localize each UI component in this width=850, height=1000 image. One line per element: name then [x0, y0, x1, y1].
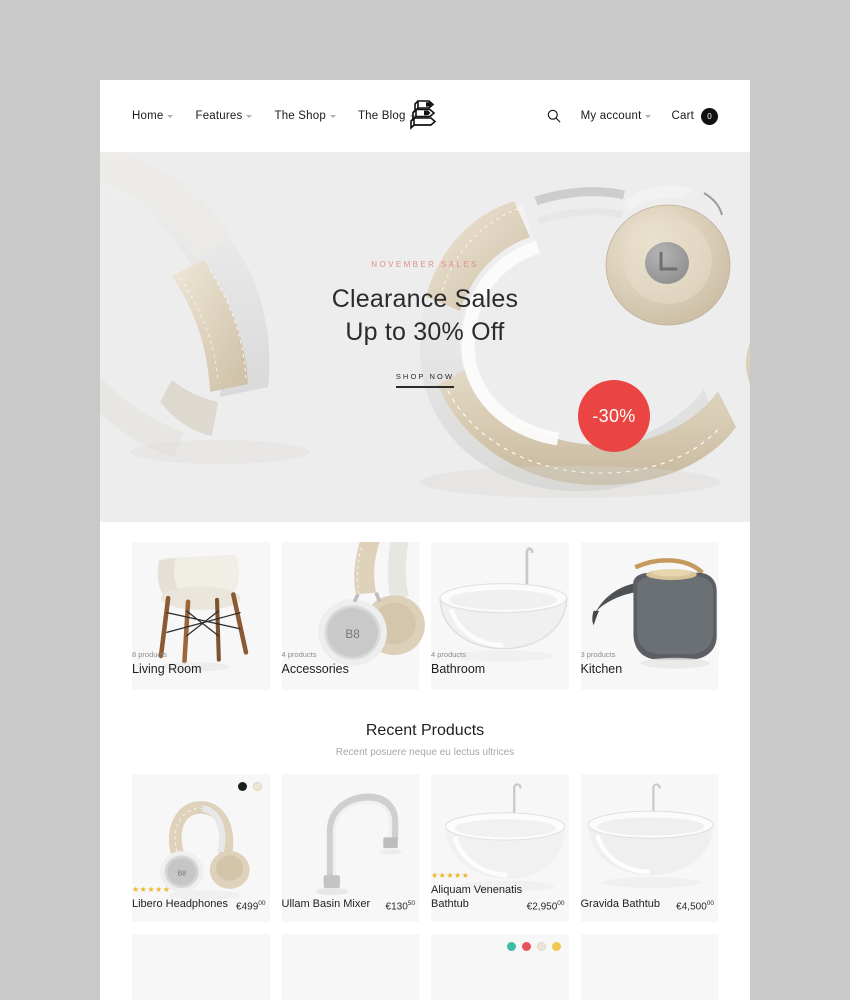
category-count: 4 products: [431, 650, 467, 659]
color-swatch[interactable]: [521, 942, 531, 951]
color-swatch[interactable]: [237, 782, 247, 791]
price-value: 499: [241, 901, 259, 912]
product-image-placeholder: [580, 934, 718, 1000]
category-name: Bathroom: [431, 662, 486, 676]
hero-title-line-2: Up to 30% Off: [345, 318, 505, 347]
nav-item-label: Features: [195, 110, 243, 122]
category-text: 8 products Living Room: [132, 650, 201, 676]
product-price: €49900: [236, 900, 265, 912]
category-name: Accessories: [281, 662, 349, 676]
shop-now-button[interactable]: Shop Now: [395, 372, 455, 388]
price-cents: 50: [407, 899, 415, 907]
my-account-menu[interactable]: My account: [581, 110, 652, 122]
nav-item-label: The Shop: [274, 110, 326, 122]
site-header: Home Features The Shop The Blog My accou…: [100, 80, 750, 152]
category-count: 8 products: [132, 650, 168, 659]
color-swatch[interactable]: [506, 942, 516, 951]
price-value: 2,950: [532, 901, 558, 912]
product-grid: B8 ★★★★★ Libero Headphones €49900 Ullam …: [100, 774, 750, 1000]
primary-nav: Home Features The Shop The Blog: [132, 110, 416, 122]
nav-item-label: Home: [132, 110, 164, 122]
category-count: 3 products: [580, 650, 616, 659]
chevron-down-icon: [329, 115, 336, 118]
product-name: Ullam Basin Mixer: [281, 898, 371, 911]
product-name: Gravida Bathtub: [580, 898, 661, 911]
product-card[interactable]: Sale: [580, 934, 718, 1000]
site-logo[interactable]: [408, 97, 442, 135]
category-card-kitchen[interactable]: 3 products Kitchen: [580, 542, 718, 690]
color-swatch[interactable]: [536, 942, 546, 951]
svg-text:B8: B8: [177, 868, 186, 877]
category-text: 4 products Accessories: [282, 650, 349, 676]
chevron-down-icon: [246, 115, 253, 118]
nav-item-label: The Blog: [357, 110, 406, 122]
price-cents: 00: [706, 899, 714, 907]
category-card-living-room[interactable]: 8 products Living Room: [132, 542, 270, 690]
hero-eyebrow: NOVEMBER SALES: [371, 260, 479, 269]
price-cents: 00: [258, 899, 266, 907]
category-name: Kitchen: [580, 662, 623, 676]
cart-label: Cart: [671, 110, 694, 122]
chevron-down-icon: [167, 115, 174, 118]
rating-stars: ★★★★★: [132, 886, 228, 894]
hero-title: Clearance Sales Up to 30% Off: [100, 283, 750, 350]
nav-item-the-shop[interactable]: The Shop: [274, 110, 336, 122]
price-value: 4,500: [681, 901, 707, 912]
product-price: €2,95000: [527, 900, 565, 912]
product-info: ★★★★★ Libero Headphones €49900: [132, 886, 266, 912]
cart-button[interactable]: Cart 0: [671, 107, 718, 125]
chevron-down-icon: [645, 115, 652, 118]
hero-copy: NOVEMBER SALES Clearance Sales Up to 30%…: [100, 260, 750, 388]
product-price: €13050: [386, 900, 415, 912]
rating-stars: ★★★★★: [431, 871, 523, 880]
category-strip: 8 products Living Room B8 4 products Acc…: [100, 522, 750, 690]
product-name: Aliquam Venenatis Bathtub: [431, 883, 523, 911]
nav-item-home[interactable]: Home: [132, 110, 174, 122]
svg-text:B8: B8: [345, 628, 360, 641]
product-swatches: [506, 942, 561, 951]
product-swatches: [237, 782, 262, 791]
product-info: Gravida Bathtub €4,50000: [581, 897, 715, 912]
product-image-mixer: [281, 774, 419, 908]
color-swatch[interactable]: [551, 942, 561, 951]
product-card[interactable]: Gravida Bathtub €4,50000: [580, 774, 718, 922]
category-card-bathroom[interactable]: 4 products Bathroom: [431, 542, 569, 690]
category-text: 4 products Bathroom: [431, 650, 485, 676]
product-image-placeholder: [132, 934, 270, 1000]
product-price: €4,50000: [676, 900, 714, 912]
product-name: Libero Headphones: [132, 898, 229, 911]
product-image-bathtub-wide: [580, 774, 718, 908]
product-card[interactable]: ★★★★★ Aliquam Venenatis Bathtub €2,95000: [431, 774, 569, 922]
discount-badge: -30%: [578, 380, 650, 452]
recent-products-heading: Recent Products Recent posuere neque eu …: [100, 690, 750, 774]
my-account-label: My account: [580, 110, 642, 122]
product-card[interactable]: [132, 934, 270, 1000]
nav-item-features[interactable]: Features: [195, 110, 253, 122]
category-count: 4 products: [281, 650, 317, 659]
section-subtitle: Recent posuere neque eu lectus ultrices: [335, 747, 515, 758]
cart-count-badge: 0: [701, 107, 718, 125]
product-info: Ullam Basin Mixer €13050: [282, 897, 416, 912]
product-card[interactable]: [431, 934, 569, 1000]
site-page: Home Features The Shop The Blog My accou…: [100, 80, 750, 1000]
header-actions: My account Cart 0: [547, 107, 718, 125]
product-image-placeholder: [281, 934, 419, 1000]
price-value: 130: [391, 901, 408, 912]
price-cents: 00: [557, 899, 565, 907]
category-name: Living Room: [132, 662, 202, 676]
product-info: ★★★★★ Aliquam Venenatis Bathtub €2,95000: [431, 871, 565, 912]
bb-monogram-icon: [410, 100, 437, 130]
color-swatch[interactable]: [252, 782, 262, 791]
hero-banner: NOVEMBER SALES Clearance Sales Up to 30%…: [100, 152, 750, 522]
product-card[interactable]: [281, 934, 419, 1000]
category-text: 3 products Kitchen: [581, 650, 623, 676]
nav-item-the-blog[interactable]: The Blog: [358, 110, 416, 122]
product-card[interactable]: B8 ★★★★★ Libero Headphones €49900: [132, 774, 270, 922]
section-title: Recent Products: [365, 722, 485, 739]
category-card-accessories[interactable]: B8 4 products Accessories: [281, 542, 425, 690]
product-card[interactable]: Ullam Basin Mixer €13050: [281, 774, 419, 922]
hero-title-line-1: Clearance Sales: [331, 285, 519, 313]
search-icon[interactable]: [547, 109, 561, 123]
